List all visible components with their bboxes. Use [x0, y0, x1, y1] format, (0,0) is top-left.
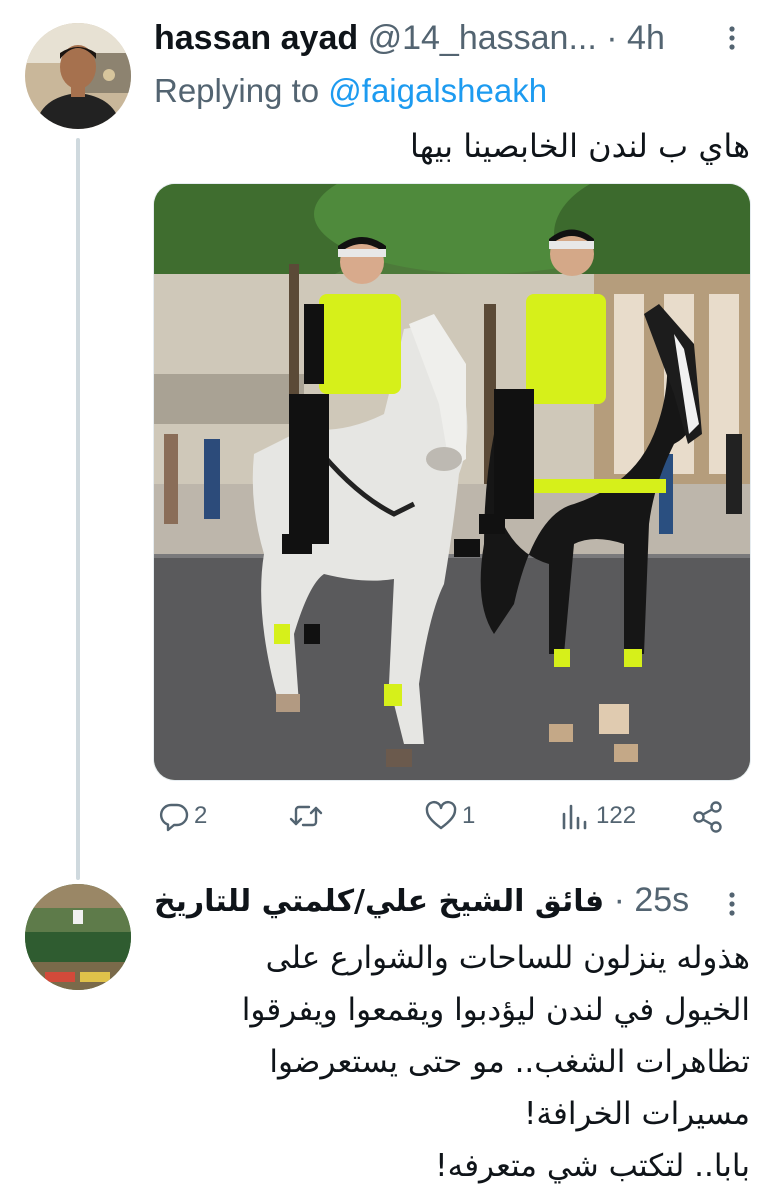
tweet-text-line: الخيول في لندن ليؤدبوا ويقمعوا ويفرقوا — [241, 992, 750, 1028]
replying-mention-link[interactable]: @faigalsheakh — [328, 72, 547, 109]
author-name[interactable]: فائق الشيخ علي/كلمتي للتاريخ — [154, 882, 604, 922]
views-button[interactable]: 122 — [560, 800, 636, 832]
reply-icon — [158, 800, 190, 832]
mounted-police-image — [154, 184, 750, 780]
tweet-text-line: بابا.. لتكتب شي متعرفه! — [435, 1148, 750, 1184]
tweet-text-line: مسيرات الخرافة! — [523, 1096, 750, 1132]
more-options-icon[interactable] — [722, 22, 742, 54]
tweet-header: hassan ayad @14_hassan... · 4h — [154, 18, 665, 58]
reply-count: 2 — [194, 802, 208, 829]
retweet-icon — [288, 800, 324, 832]
separator-dot: · — [613, 881, 625, 919]
tweet-text: هذوله ينزلون للساحات والشوارع على الخيول… — [154, 932, 750, 1192]
retweet-button[interactable] — [288, 800, 324, 832]
tweet-actions: 2 1 122 — [153, 800, 749, 840]
tweet-text-line: تظاهرات الشغب.. مو حتى يستعرضوا — [269, 1044, 750, 1080]
share-icon — [691, 800, 725, 834]
timestamp[interactable]: 4h — [627, 19, 665, 57]
views-icon — [560, 800, 590, 832]
author-handle[interactable]: @14_hassan... — [368, 19, 597, 57]
tweet-header: فائق الشيخ علي/كلمتي للتاريخ · 25s — [154, 880, 694, 922]
replying-to: Replying to @faigalsheakh — [154, 72, 547, 110]
avatar[interactable] — [25, 884, 131, 990]
like-button[interactable]: 1 — [424, 800, 475, 832]
separator-dot: · — [606, 19, 618, 57]
heart-icon — [424, 800, 458, 832]
more-options-icon[interactable] — [722, 888, 742, 920]
views-count: 122 — [596, 802, 637, 829]
replying-label: Replying to — [154, 72, 320, 109]
tweet-text-line: هذوله ينزلون للساحات والشوارع على — [265, 940, 750, 976]
thread-connector-line — [76, 138, 80, 880]
timestamp[interactable]: 25s — [634, 881, 689, 919]
tweet-text: هاي ب لندن الخابصينا بيها — [409, 127, 750, 165]
like-count: 1 — [462, 802, 476, 829]
avatar[interactable] — [25, 23, 131, 129]
tweet-photo[interactable] — [153, 183, 751, 781]
author-name[interactable]: hassan ayad — [154, 19, 358, 57]
reply-button[interactable]: 2 — [158, 800, 207, 832]
share-button[interactable] — [691, 800, 725, 834]
